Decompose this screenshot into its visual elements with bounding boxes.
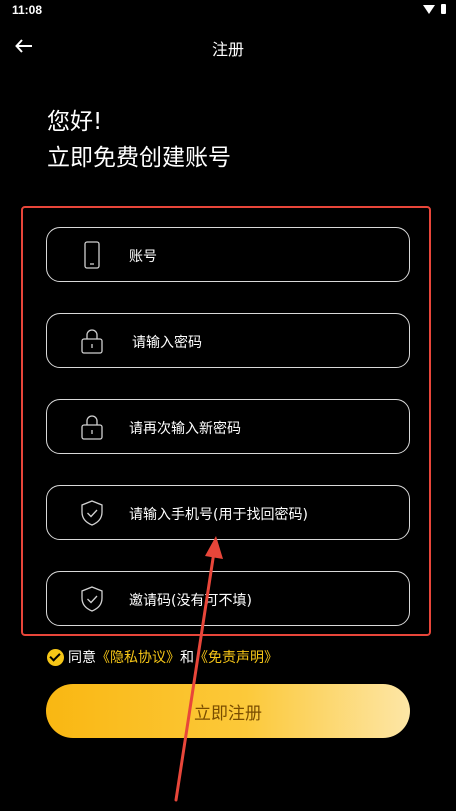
password-field[interactable]: 请输入密码 — [46, 313, 410, 368]
greeting-line-2: 立即免费创建账号 — [47, 145, 231, 171]
confirm-password-field-placeholder: 请再次输入新密码 — [129, 421, 241, 437]
phone-number-field[interactable]: 请输入手机号(用于找回密码) — [46, 485, 410, 540]
shield-check-icon — [81, 500, 103, 526]
agreement-row: 同意 《隐私协议》 和 《免责声明》 — [47, 647, 278, 667]
privacy-policy-link[interactable]: 《隐私协议》 — [96, 647, 180, 667]
page-title: 注册 — [211, 40, 244, 59]
status-icons — [423, 4, 446, 14]
status-time: 11:08 — [12, 3, 43, 17]
invite-code-field-placeholder: 邀请码(没有可不填) — [129, 593, 252, 609]
agreement-conjunction: 和 — [180, 650, 194, 666]
shield-check-icon — [81, 586, 103, 612]
password-field-placeholder: 请输入密码 — [132, 335, 202, 351]
account-field-placeholder: 账号 — [129, 249, 157, 265]
disclaimer-link[interactable]: 《免责声明》 — [194, 647, 278, 667]
phone-number-field-placeholder: 请输入手机号(用于找回密码) — [129, 507, 308, 523]
lock-icon — [81, 415, 103, 440]
greeting: 您好! 立即免费创建账号 — [47, 104, 231, 176]
check-circle-icon[interactable] — [47, 648, 64, 666]
register-button-label: 立即注册 — [194, 703, 262, 724]
wifi-icon — [423, 4, 435, 14]
lock-icon — [81, 329, 103, 354]
top-bar: 注册 — [0, 22, 456, 70]
status-bar: 11:08 — [0, 0, 456, 22]
agreement-prefix: 同意 — [68, 650, 96, 666]
register-button[interactable]: 立即注册 — [46, 684, 410, 738]
account-field[interactable]: 账号 — [46, 227, 410, 282]
phone-icon — [84, 241, 100, 269]
battery-icon — [441, 4, 446, 14]
invite-code-field[interactable]: 邀请码(没有可不填) — [46, 571, 410, 626]
confirm-password-field[interactable]: 请再次输入新密码 — [46, 399, 410, 454]
greeting-line-1: 您好! — [47, 109, 103, 135]
